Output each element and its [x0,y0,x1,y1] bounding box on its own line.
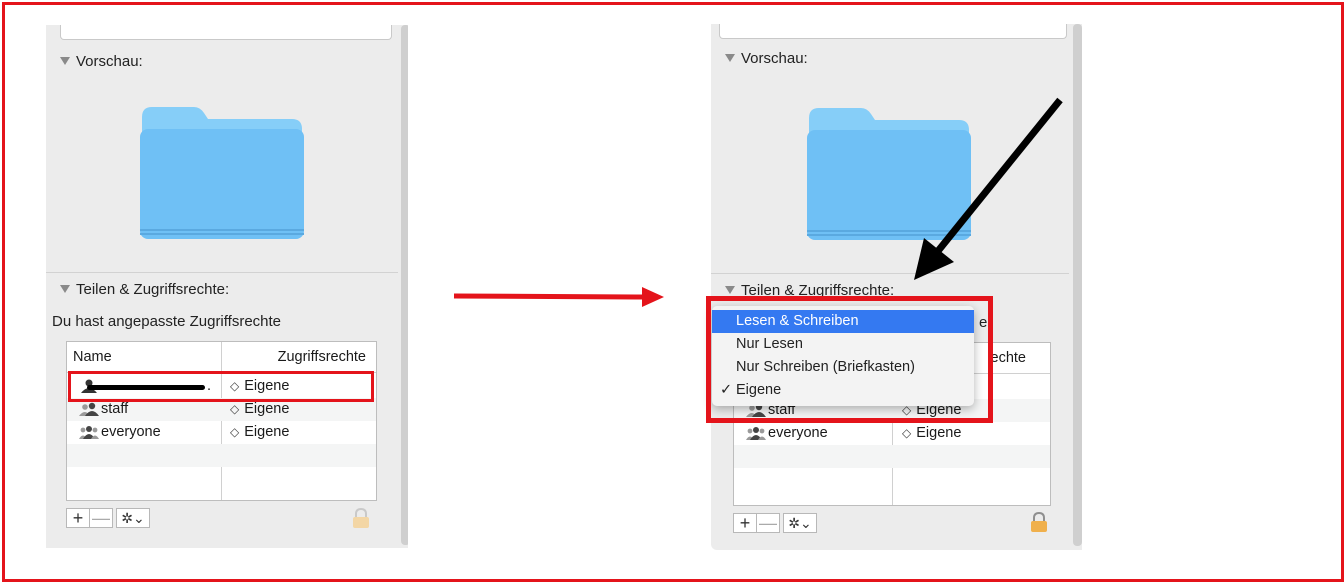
permissions-toolbar: + — ✲⌄ [66,508,150,528]
updown-chevron-icon[interactable]: ◇ [230,402,239,416]
table-row [67,444,376,467]
table-row [67,467,376,490]
preview-header[interactable]: Vorschau: [725,50,808,67]
permission-value[interactable]: Eigene [244,424,289,440]
everyone-icon [746,427,766,440]
lock-icon[interactable] [352,508,370,528]
preview-header[interactable]: Vorschau: [60,53,143,70]
disclosure-triangle-icon[interactable] [60,285,70,293]
sharing-header[interactable]: Teilen & Zugriffsrechte: [60,281,229,298]
disclosure-triangle-icon[interactable] [60,57,70,65]
disclosure-triangle-icon[interactable] [725,54,735,62]
remove-button[interactable]: — [756,513,780,533]
permissions-toolbar: + — ✲⌄ [733,513,817,533]
everyone-name: everyone [768,425,828,441]
remove-button[interactable]: — [89,508,113,528]
column-header-name[interactable]: Name [73,349,112,365]
gear-menu-button[interactable]: ✲⌄ [116,508,150,528]
permission-value[interactable]: Eigene [244,401,289,417]
permission-value[interactable]: Eigene [916,425,961,441]
group-name: staff [101,401,129,417]
custom-permissions-label: Du hast angepasste Zugriffsrechte [52,313,282,330]
permissions-table: Name Zugriffsrechte . ◇ Eigene staff ◇ Eig… [66,341,377,501]
table-row [734,445,1050,468]
gear-menu-button[interactable]: ✲⌄ [783,513,817,533]
everyone-name: everyone [101,424,161,440]
divider [46,272,398,273]
folder-icon [140,107,304,239]
add-button[interactable]: + [733,513,757,533]
scrollbar[interactable] [401,25,408,545]
everyone-icon [79,426,99,439]
annotation-arrow [914,97,1063,280]
transition-arrow [453,287,664,307]
table-row[interactable]: everyone ◇ Eigene [734,422,1050,445]
info-panel-left: Vorschau: Teilen & Zugriffsrechte: Du ha… [46,25,408,548]
group-icon [79,402,99,416]
disclosure-triangle-icon[interactable] [725,286,735,294]
menu-highlight-box [706,296,993,423]
table-row[interactable]: everyone ◇ Eigene [67,421,376,444]
updown-chevron-icon[interactable]: ◇ [902,426,911,440]
highlight-box [68,371,374,402]
add-button[interactable]: + [66,508,90,528]
scrollbar[interactable] [1073,24,1082,546]
top-text-box [719,24,1067,39]
lock-icon[interactable] [1030,512,1048,532]
column-header-permissions[interactable]: echte [991,350,1026,366]
updown-chevron-icon[interactable]: ◇ [230,425,239,439]
table-row [734,468,1050,491]
top-text-box [60,25,392,40]
column-header-permissions[interactable]: Zugriffsrechte [278,349,366,365]
